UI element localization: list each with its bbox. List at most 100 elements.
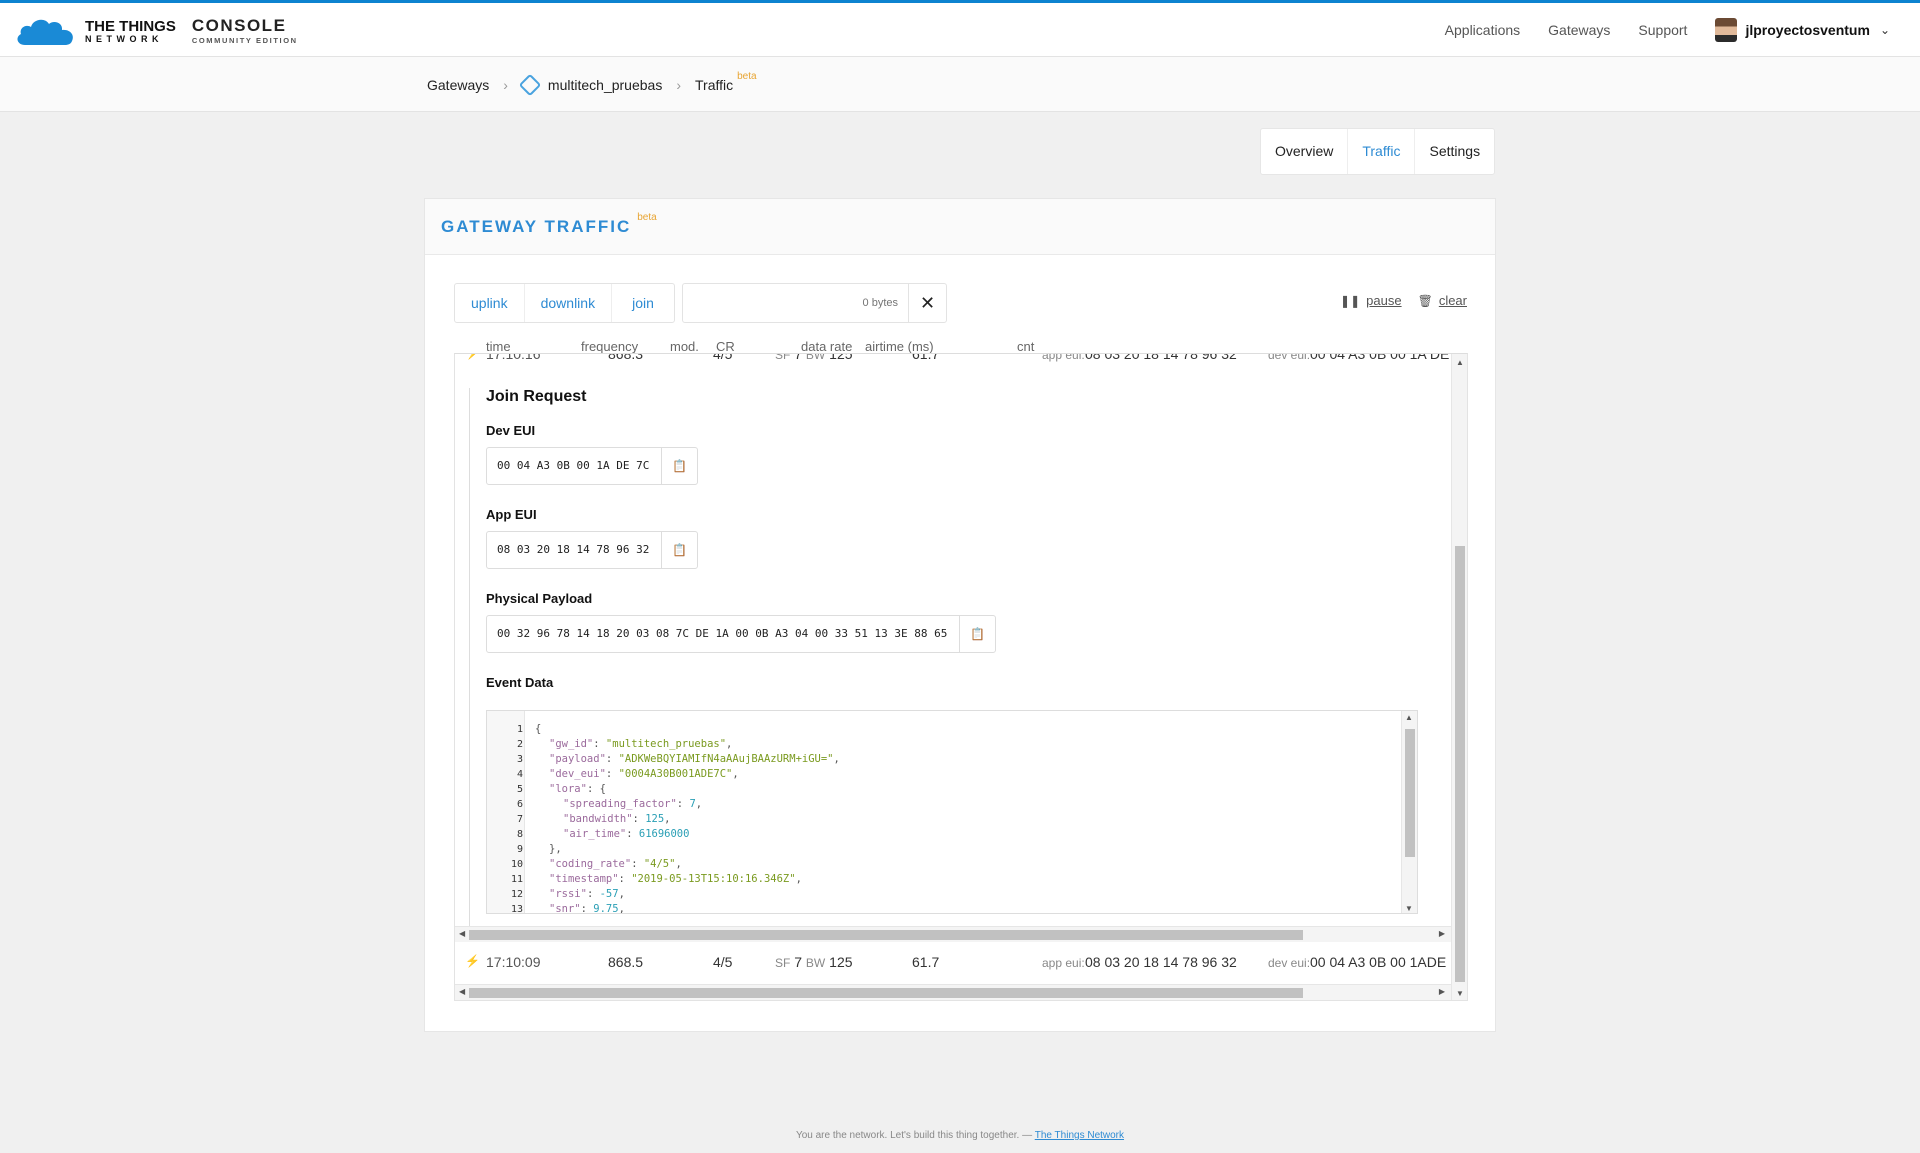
row-sf: 7 (794, 954, 803, 970)
scroll-left-icon[interactable]: ◀ (459, 929, 465, 938)
scroll-up-icon[interactable]: ▲ (1405, 713, 1413, 722)
row-frequency: 868.3 (608, 353, 644, 362)
nav-gateways[interactable]: Gateways (1548, 22, 1610, 38)
table-row[interactable]: ⚡ 17:10:16 868.3 4/5 SF 7 BW 125 61.7 ap… (455, 353, 1451, 368)
code-line: { (535, 723, 542, 735)
close-icon[interactable]: ✕ (908, 284, 946, 322)
breadcrumb-gateways[interactable]: Gateways (427, 77, 489, 93)
nav-support[interactable]: Support (1638, 22, 1687, 38)
gateway-icon (518, 73, 542, 96)
filter-join[interactable]: join (612, 284, 674, 322)
breadcrumb-gateway[interactable]: multitech_pruebas (548, 77, 662, 93)
console-edition: COMMUNITY EDITION (191, 36, 298, 46)
line-number: 9 (516, 844, 523, 855)
logo-line1: THE THINGS (85, 17, 176, 35)
scrollbar-thumb[interactable] (1405, 729, 1415, 857)
breadcrumb-traffic: Traffic (695, 76, 734, 93)
app-eui-value[interactable]: 08 03 20 18 14 78 96 32 (487, 532, 661, 568)
col-airtime: airtime (ms) (865, 339, 934, 354)
traffic-list[interactable]: ⚡ 17:10:16 868.3 4/5 SF 7 BW 125 61.7 ap… (454, 353, 1468, 1001)
code-line: "timestamp": "2019-05-13T15:10:16.346Z", (549, 873, 802, 885)
line-number: 5 (516, 784, 523, 795)
pause-button[interactable]: ❚❚ pause (1340, 293, 1402, 308)
clipboard-icon[interactable]: 📋 (661, 532, 697, 568)
json-key: "bandwidth" (563, 813, 633, 825)
json-key: "air_time" (563, 828, 627, 840)
detail-horizontal-scrollbar[interactable]: ◀ ▶ (455, 926, 1451, 942)
row-cr: 4/5 (713, 954, 733, 970)
code-line: "coding_rate": "4/5", (549, 858, 682, 870)
json-value: 7 (689, 798, 696, 810)
json-value: "0004A30B001ADE7C" (618, 768, 733, 780)
json-value: 125 (645, 813, 665, 825)
line-number: 2 (516, 739, 523, 750)
row-bw-label: BW (805, 353, 826, 362)
footer-link[interactable]: The Things Network (1035, 1130, 1124, 1141)
json-key: "dev_eui" (549, 768, 606, 780)
scroll-right-icon[interactable]: ▶ (1439, 987, 1445, 996)
row-dev-eui: 00 04 A3 0B 00 1ADE (1310, 954, 1447, 970)
row-app-eui: 08 03 20 18 14 78 96 32 (1085, 954, 1237, 970)
join-request-detail: Join Request Dev EUI 00 04 A3 0B 00 1A D… (469, 388, 1435, 938)
avatar (1715, 18, 1738, 42)
clipboard-icon[interactable]: 📋 (959, 616, 995, 652)
top-navbar: THE THINGS NETWORK CONSOLE COMMUNITY EDI… (0, 0, 1920, 57)
filter-uplink[interactable]: uplink (455, 284, 525, 322)
clipboard-icon[interactable]: 📋 (661, 448, 697, 484)
nav-applications[interactable]: Applications (1445, 22, 1521, 38)
payload-filter-input[interactable] (683, 297, 908, 309)
table-row[interactable]: ⚡ 17:10:09 868.5 4/5 SF 7 BW 125 61.7 ap… (455, 948, 1451, 976)
app-eui-label: App EUI (486, 507, 537, 522)
row-app-eui-label: app eui: (1042, 956, 1085, 970)
traffic-vertical-scrollbar[interactable]: ▲ ▼ (1451, 354, 1467, 1000)
col-mod: mod. (670, 339, 699, 354)
scroll-up-icon[interactable]: ▲ (1456, 358, 1464, 367)
top-nav: Applications Gateways Support jlproyecto… (1417, 3, 1890, 57)
user-menu[interactable]: jlproyectosventum ⌄ (1715, 18, 1890, 42)
scrollbar-thumb[interactable] (469, 988, 1303, 998)
app-eui-field: 08 03 20 18 14 78 96 32 📋 (486, 531, 699, 569)
payload-field: 00 32 96 78 14 18 20 03 08 7C DE 1A 00 0… (486, 615, 997, 653)
gateway-traffic-panel: GATEWAY TRAFFIC beta uplink downlink joi… (424, 198, 1496, 1032)
tab-settings[interactable]: Settings (1415, 129, 1494, 174)
scroll-down-icon[interactable]: ▼ (1456, 989, 1464, 998)
row-cr: 4/5 (713, 353, 733, 362)
row-bw: 125 (829, 954, 853, 970)
code-line: "payload": "ADKWeBQYIAMIfN4aAAujBAAzURM+… (549, 753, 840, 765)
payload-value[interactable]: 00 32 96 78 14 18 20 03 08 7C DE 1A 00 0… (487, 616, 959, 652)
code-line: "rssi": -57, (549, 888, 625, 900)
scroll-down-icon[interactable]: ▼ (1405, 904, 1413, 913)
editor-scrollbar[interactable]: ▲ ▼ (1401, 711, 1417, 913)
scrollbar-thumb[interactable] (469, 930, 1303, 940)
ttn-logo[interactable]: THE THINGS NETWORK CONSOLE COMMUNITY EDI… (15, 14, 298, 48)
beta-badge: beta (637, 212, 657, 223)
dev-eui-value[interactable]: 00 04 A3 0B 00 1A DE 7C (487, 448, 661, 484)
filter-downlink[interactable]: downlink (525, 284, 613, 322)
chevron-right-icon: › (676, 76, 681, 93)
row-dev-eui: 00 04 A3 0B 00 1A DE (1310, 353, 1450, 362)
console-title: CONSOLE (191, 16, 287, 36)
json-value: 9.75 (593, 903, 619, 914)
traffic-horizontal-scrollbar[interactable]: ◀ ▶ (455, 984, 1451, 1000)
footer: You are the network. Let's build this th… (0, 1130, 1920, 1141)
tab-traffic[interactable]: Traffic (1348, 129, 1416, 174)
json-value: 61696000 (638, 828, 690, 840)
json-value: "2019-05-13T15:10:16.346Z" (631, 873, 796, 885)
cloud-logo-icon (17, 19, 73, 45)
scroll-left-icon[interactable]: ◀ (459, 987, 465, 996)
line-number: 10 (510, 859, 523, 870)
dev-eui-field: 00 04 A3 0B 00 1A DE 7C 📋 (486, 447, 699, 485)
clear-button[interactable]: 🗑 clear (1418, 293, 1467, 308)
code-line: "lora": { (549, 783, 606, 795)
logo-line2: NETWORK (85, 33, 163, 44)
row-app-eui: 08 03 20 18 14 78 96 32 (1085, 353, 1237, 362)
event-data-editor[interactable]: 1 2 3 4 5 6 7 8 9 10 11 12 13 { "gw_id":… (486, 710, 1418, 914)
tab-overview[interactable]: Overview (1261, 129, 1349, 174)
line-number: 8 (516, 829, 523, 840)
ttn-wordmark: THE THINGS NETWORK (85, 19, 176, 44)
col-cnt: cnt (1017, 339, 1035, 354)
line-number: 4 (516, 769, 523, 780)
scrollbar-thumb[interactable] (1455, 546, 1465, 982)
scroll-right-icon[interactable]: ▶ (1439, 929, 1445, 938)
code-line: "spreading_factor": 7, (563, 798, 703, 810)
